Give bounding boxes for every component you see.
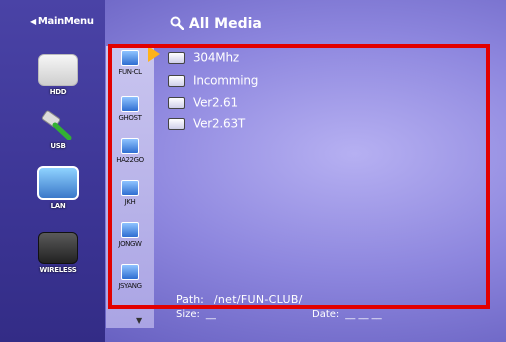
scroll-down-icon[interactable]: ▼: [136, 316, 142, 325]
size-label: Size:: [176, 309, 200, 320]
date-value: __ __ __: [345, 309, 382, 320]
device-label: WIRELESS: [39, 266, 77, 274]
main-menu-button[interactable]: ◀ MainMenu: [30, 16, 94, 27]
page-title: All Media: [170, 16, 262, 32]
device-lan[interactable]: LAN: [36, 166, 80, 210]
date-info: Date: __ __ __: [312, 309, 382, 320]
date-label: Date:: [312, 309, 340, 320]
device-usb[interactable]: USB: [36, 110, 80, 150]
highlight-frame: [108, 44, 490, 309]
page-title-text: All Media: [188, 16, 262, 32]
lan-icon: [37, 166, 79, 200]
hdd-icon: [38, 54, 78, 86]
size-value: __: [205, 309, 216, 320]
device-hdd[interactable]: HDD: [36, 54, 80, 96]
media-browser-screen: ◀ MainMenu HDD USB LAN WIRELESS All Medi…: [0, 0, 506, 342]
size-info: Size: __: [176, 309, 216, 320]
wireless-icon: [38, 232, 78, 264]
device-panel: ◀ MainMenu HDD USB LAN WIRELESS: [0, 0, 105, 342]
magnifier-icon: [170, 16, 185, 31]
device-wireless[interactable]: WIRELESS: [36, 232, 80, 274]
device-label: LAN: [50, 202, 66, 210]
usb-icon: [39, 110, 77, 141]
device-label: USB: [50, 142, 66, 150]
back-arrow-icon: ◀: [30, 17, 36, 26]
main-menu-label: MainMenu: [37, 16, 94, 27]
device-label: HDD: [49, 88, 67, 96]
